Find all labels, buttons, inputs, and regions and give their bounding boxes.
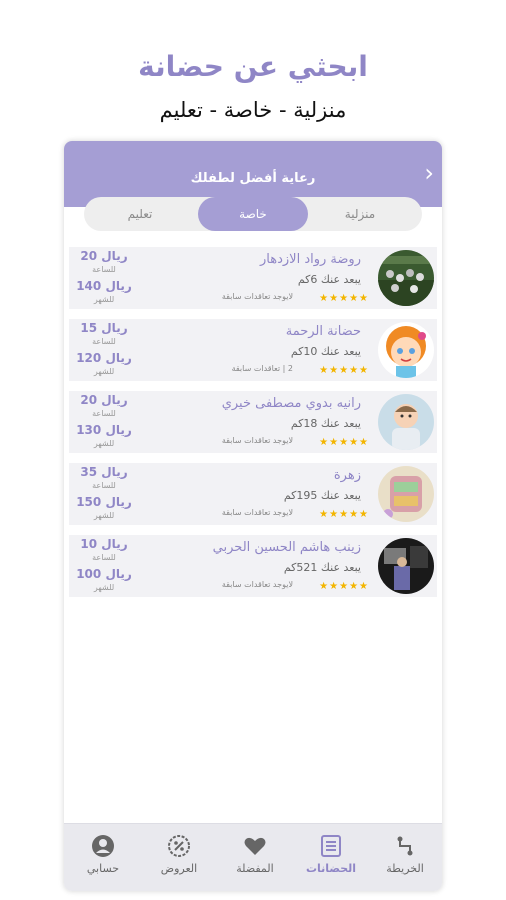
percent-badge-icon — [168, 835, 190, 857]
rating-stars: ★★★★★ — [319, 437, 369, 448]
hourly-unit: للساعة — [92, 553, 116, 562]
app-title: رعاية أفضل لطفلك — [190, 171, 316, 186]
monthly-unit: للشهر — [93, 295, 115, 304]
nav-offers[interactable]: العروض — [141, 834, 217, 888]
hourly-unit: للساعة — [92, 337, 116, 346]
nursery-card[interactable]: رانيه بدوي مصطفى خيري يبعد عنك 18كم ★★★★… — [69, 391, 437, 453]
category-tabs: تعليم خاصة منزلية — [84, 197, 422, 231]
previous-contracts: لايوجد تعاقدات سابقة — [221, 292, 293, 301]
nursery-name: روضة رواد الازدهار — [260, 252, 361, 267]
map-route-icon — [397, 836, 413, 856]
monthly-price: ريال 100 — [76, 567, 132, 581]
user-icon — [92, 835, 114, 857]
nursery-distance: يبعد عنك 10كم — [290, 345, 361, 358]
heart-icon — [244, 837, 266, 855]
nav-label: حسابي — [86, 862, 120, 875]
previous-contracts: 2 | تعاقدات سابقة — [231, 364, 293, 373]
previous-contracts: لايوجد تعاقدات سابقة — [221, 508, 293, 517]
nursery-distance: يبعد عنك 18كم — [290, 417, 361, 430]
nav-label: المفضلة — [236, 862, 274, 875]
monthly-unit: للشهر — [93, 367, 115, 376]
nursery-name: زينب هاشم الحسين الحربي — [212, 540, 361, 555]
hourly-price: ريال 35 — [80, 465, 128, 479]
nav-nurseries[interactable]: الحضانات — [293, 834, 369, 888]
hourly-price: ريال 10 — [80, 537, 128, 551]
rating-stars: ★★★★★ — [319, 581, 369, 592]
nursery-card[interactable]: روضة رواد الازدهار يبعد عنك 6كم ★★★★★ لا… — [69, 247, 437, 309]
nav-map[interactable]: الخريطة — [367, 834, 442, 888]
monthly-price: ريال 130 — [76, 423, 132, 437]
hourly-unit: للساعة — [92, 265, 116, 274]
previous-contracts: لايوجد تعاقدات سابقة — [221, 580, 293, 589]
nursery-name: حضانة الرحمة — [285, 324, 361, 339]
page-subheadline: منزلية - خاصة - تعليم — [159, 98, 347, 122]
rating-stars: ★★★★★ — [319, 509, 369, 520]
nursery-distance: يبعد عنك 6كم — [297, 273, 361, 286]
monthly-unit: للشهر — [93, 583, 115, 592]
nursery-card[interactable]: زهرة يبعد عنك 195كم ★★★★★ لايوجد تعاقدات… — [69, 463, 437, 525]
back-arrow-icon[interactable]: › — [424, 161, 434, 185]
nursery-name: زهرة — [333, 468, 361, 483]
nav-label: الحضانات — [305, 862, 357, 875]
monthly-price: ريال 150 — [76, 495, 132, 509]
hourly-price: ريال 20 — [80, 249, 128, 263]
rating-stars: ★★★★★ — [319, 365, 369, 376]
tab-private[interactable]: خاصة — [198, 197, 308, 231]
baby-photo — [378, 394, 434, 450]
nav-label: الخريطة — [386, 862, 424, 875]
page-headline: ابحثي عن حضانة — [138, 50, 368, 83]
bottom-navigation: حسابي العروض المفضلة الحضانات الخريطة — [64, 823, 442, 891]
nav-favorites[interactable]: المفضلة — [217, 834, 293, 888]
nav-label: العروض — [160, 862, 198, 875]
hourly-unit: للساعة — [92, 481, 116, 490]
monthly-unit: للشهر — [93, 439, 115, 448]
nursery-card[interactable]: حضانة الرحمة يبعد عنك 10كم ★★★★★ 2 | تعا… — [69, 319, 437, 381]
list-icon — [321, 835, 341, 857]
nav-account[interactable]: حسابي — [65, 834, 141, 888]
toy-photo — [378, 466, 434, 522]
hourly-unit: للساعة — [92, 409, 116, 418]
nursery-distance: يبعد عنك 195كم — [283, 489, 361, 502]
tab-home[interactable]: منزلية — [320, 197, 400, 231]
room-photo — [378, 538, 434, 594]
cartoon-girl — [378, 322, 434, 378]
nursery-distance: يبعد عنك 521كم — [283, 561, 361, 574]
crowd-photo — [378, 250, 434, 306]
hourly-price: ريال 20 — [80, 393, 128, 407]
monthly-unit: للشهر — [93, 511, 115, 520]
nursery-name: رانيه بدوي مصطفى خيري — [221, 396, 361, 411]
hourly-price: ريال 15 — [80, 321, 128, 335]
tab-education[interactable]: تعليم — [100, 197, 180, 231]
nursery-card[interactable]: زينب هاشم الحسين الحربي يبعد عنك 521كم ★… — [69, 535, 437, 597]
monthly-price: ريال 120 — [76, 351, 132, 365]
phone-screen: رعاية أفضل لطفلك › تعليم خاصة منزلية روض… — [64, 141, 442, 891]
rating-stars: ★★★★★ — [319, 293, 369, 304]
monthly-price: ريال 140 — [76, 279, 132, 293]
previous-contracts: لايوجد تعاقدات سابقة — [221, 436, 293, 445]
